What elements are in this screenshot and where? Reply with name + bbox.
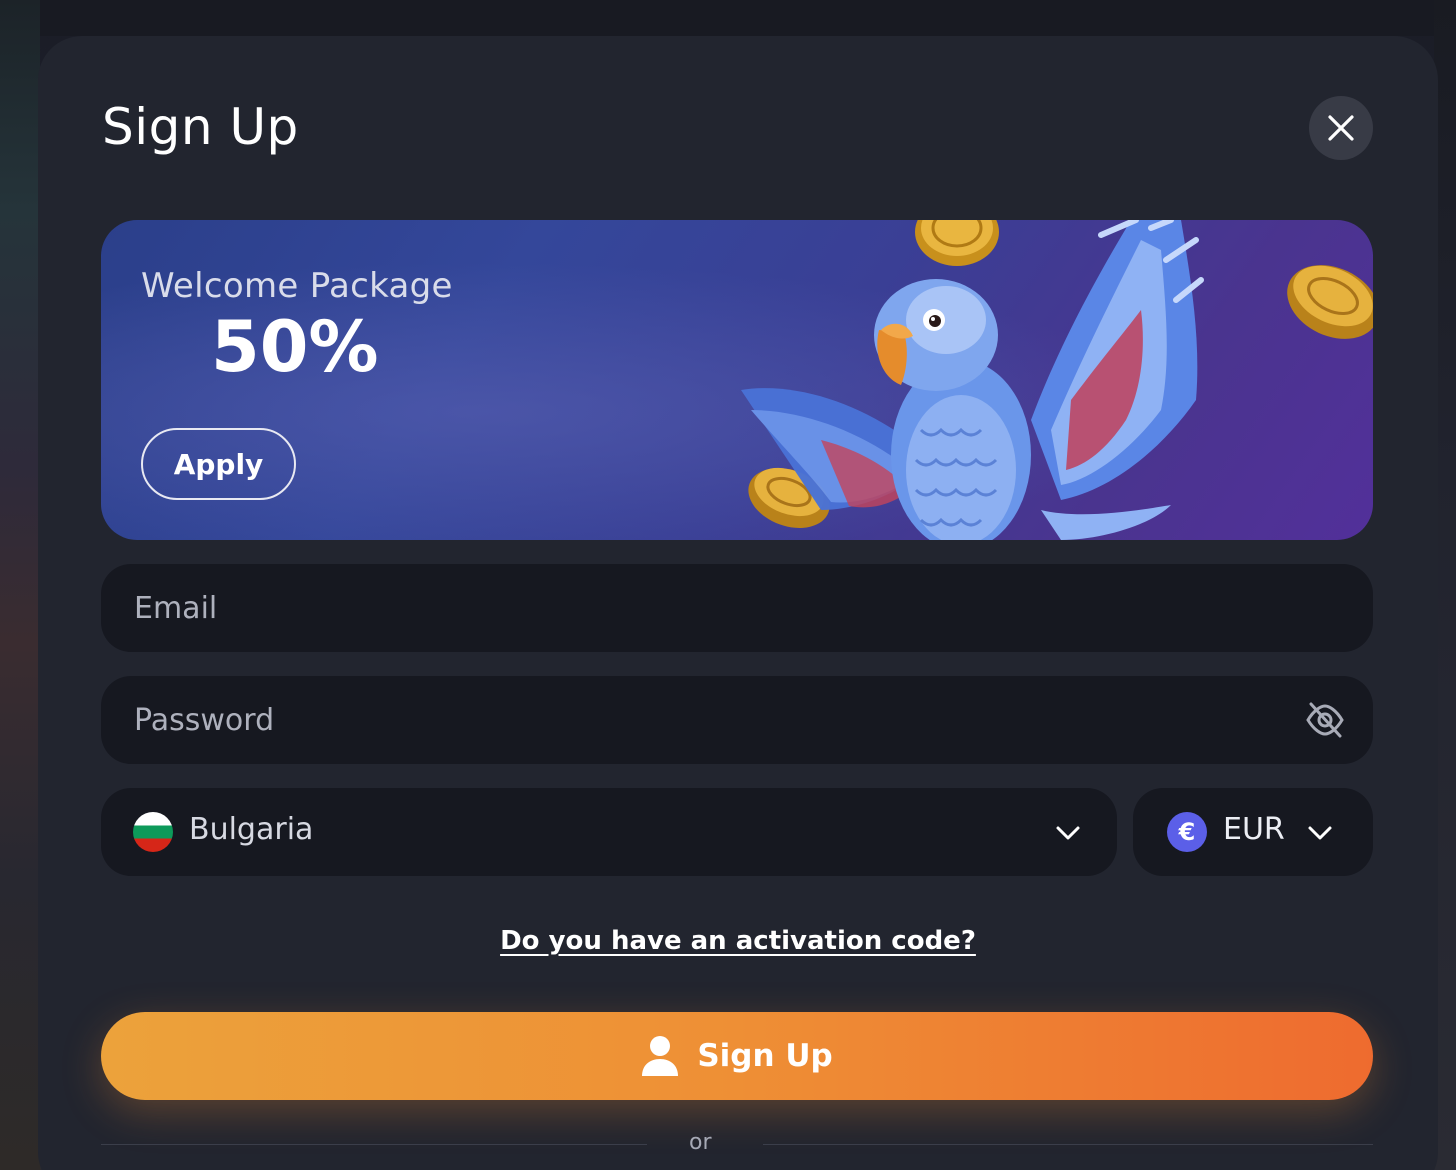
country-value: Bulgaria [189, 812, 314, 847]
divider-line-left [101, 1144, 647, 1145]
bulgaria-flag-icon [133, 812, 173, 852]
close-icon [1328, 115, 1354, 141]
divider-text: or [689, 1130, 712, 1155]
currency-value: EUR [1223, 812, 1285, 847]
apply-button[interactable]: Apply [141, 428, 296, 500]
chevron-down-icon [1308, 826, 1332, 840]
currency-select[interactable]: € EUR [1133, 788, 1373, 876]
backdrop-top [0, 0, 1456, 36]
password-field-container [101, 676, 1373, 764]
coin-icon [1287, 265, 1373, 339]
banner-headline: 50% [211, 306, 379, 388]
or-divider: or [101, 1130, 1373, 1160]
password-field[interactable] [134, 702, 1234, 738]
password-visibility-toggle[interactable] [1303, 698, 1347, 742]
chevron-down-icon [1056, 826, 1080, 840]
email-field-container [101, 564, 1373, 652]
signup-modal: Sign Up Welcome Package 50% Apply Email … [38, 36, 1438, 1170]
coin-icon [915, 220, 999, 266]
user-icon [642, 1036, 679, 1076]
email-field[interactable] [134, 590, 1234, 626]
signup-button[interactable]: Sign Up [101, 1012, 1373, 1100]
signup-button-label: Sign Up [697, 1038, 833, 1074]
banner-subtitle: Welcome Package [141, 266, 453, 306]
eye-off-icon [1306, 702, 1344, 738]
divider-line-right [763, 1144, 1373, 1145]
welcome-banner: Welcome Package 50% Apply [101, 220, 1373, 540]
close-button[interactable] [1309, 96, 1373, 160]
backdrop-left [0, 0, 40, 1170]
activation-code-link[interactable]: Do you have an activation code? [500, 926, 976, 956]
modal-title: Sign Up [102, 98, 299, 156]
activation-code-row: Do you have an activation code? [38, 926, 1438, 956]
euro-icon: € [1167, 812, 1207, 852]
country-select[interactable]: Bulgaria [101, 788, 1117, 876]
